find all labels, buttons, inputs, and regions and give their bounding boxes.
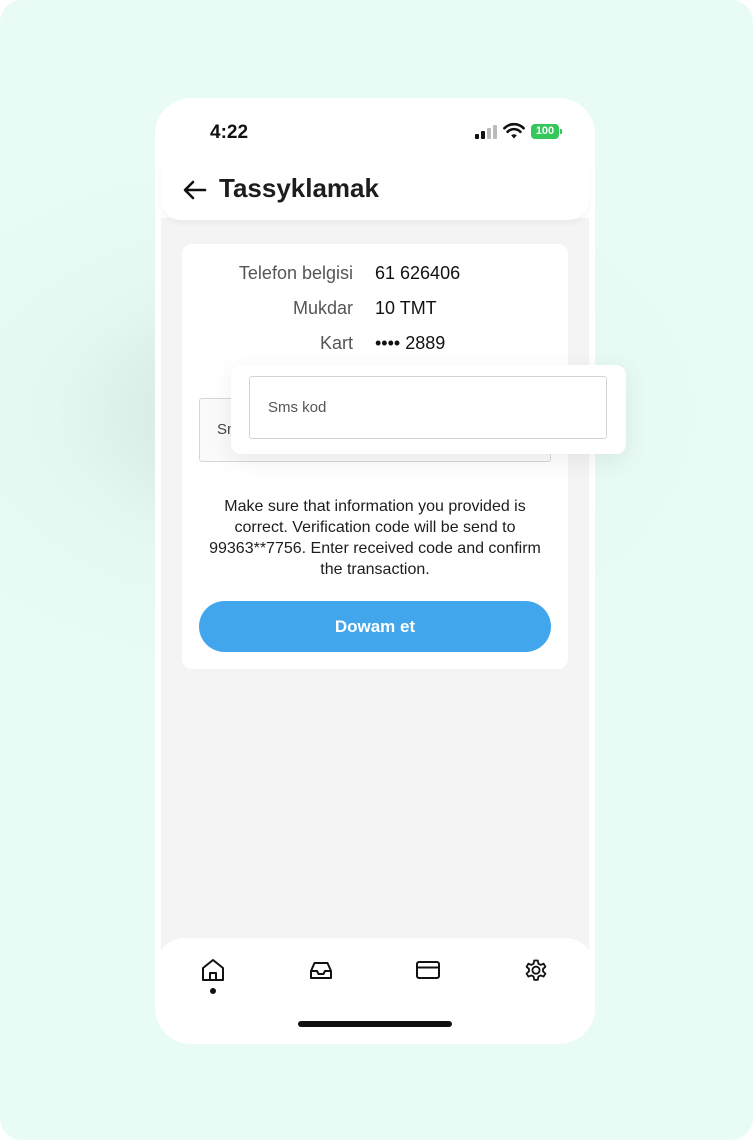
status-bar: 4:22 100	[155, 98, 595, 162]
detail-value: 10 TMT	[375, 298, 437, 318]
wifi-icon	[503, 122, 525, 139]
signal-icon	[475, 125, 497, 139]
detail-value: 61 626406	[375, 263, 461, 283]
header: Tassyklamak	[161, 162, 589, 220]
sms-code-panel	[231, 365, 626, 454]
sms-code-input[interactable]	[249, 376, 607, 439]
home-icon	[202, 959, 224, 981]
status-time: 4:22	[210, 122, 249, 143]
inbox-icon	[310, 962, 332, 979]
battery-icon: 100	[531, 124, 559, 139]
arrow-left-icon[interactable]	[181, 176, 209, 204]
detail-row-phone: Telefon belgisi 61 626406	[182, 263, 568, 291]
detail-label: Mukdar	[292, 298, 353, 318]
detail-label: Telefon belgisi	[238, 263, 353, 283]
phone-frame: 4:22 100 Tassyklamak Telefon belgisi 61 …	[155, 98, 595, 1044]
home-indicator	[298, 1021, 452, 1027]
battery-tip	[560, 129, 562, 134]
tab-home[interactable]	[199, 956, 229, 986]
card-icon	[416, 961, 440, 979]
tab-bar	[155, 938, 595, 1044]
detail-label: Kart	[319, 333, 353, 353]
continue-button[interactable]: Dowam et	[199, 601, 551, 652]
tab-inbox[interactable]	[307, 956, 337, 986]
tab-cards[interactable]	[414, 956, 444, 986]
detail-row-card: Kart •••• 2889	[182, 333, 568, 361]
detail-value: •••• 2889	[375, 333, 446, 353]
page-title: Tassyklamak	[219, 173, 379, 203]
tab-settings[interactable]	[522, 956, 552, 986]
gear-icon	[525, 959, 547, 981]
active-tab-indicator	[210, 988, 216, 994]
sms-underlay-text: Sms kod	[217, 421, 232, 438]
confirmation-card: Telefon belgisi 61 626406 Mukdar 10 TMT …	[182, 244, 568, 669]
verification-note: Make sure that information you provided …	[209, 498, 541, 578]
detail-row-amount: Mukdar 10 TMT	[182, 298, 568, 326]
